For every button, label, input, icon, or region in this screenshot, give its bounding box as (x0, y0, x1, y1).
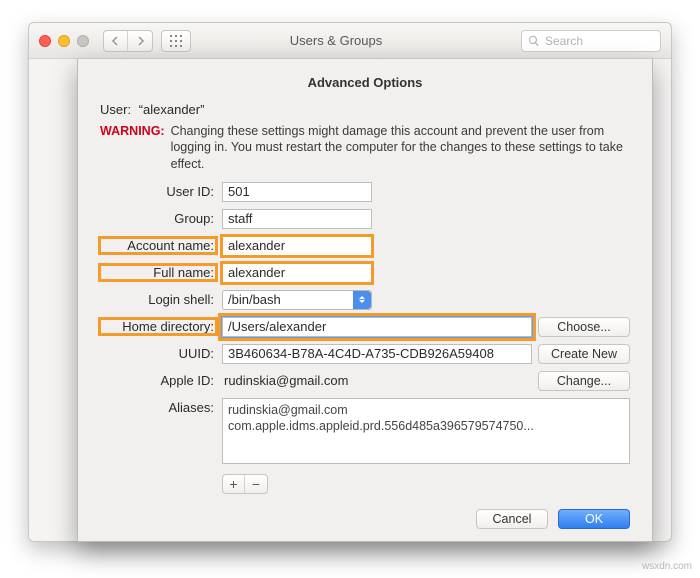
login-shell-value: /bin/bash (228, 292, 281, 307)
choose-button[interactable]: Choose... (538, 317, 630, 337)
account-name-label: Account name: (100, 238, 216, 253)
credit-text: wsxdn.com (642, 561, 692, 572)
search-input[interactable]: Search (521, 30, 661, 52)
warning-label: WARNING: (100, 123, 165, 172)
preferences-window: Users & Groups Search Advanced Options U… (28, 22, 672, 542)
close-icon[interactable] (39, 35, 51, 47)
nav-back-forward[interactable] (103, 30, 153, 52)
full-name-field[interactable] (222, 263, 372, 283)
warning-row: WARNING: Changing these settings might d… (100, 123, 630, 172)
warning-text: Changing these settings might damage thi… (171, 123, 630, 172)
aliases-label: Aliases: (100, 398, 216, 415)
window-controls (39, 35, 89, 47)
group-label: Group: (100, 211, 216, 226)
zoom-icon[interactable] (77, 35, 89, 47)
advanced-options-sheet: Advanced Options User: “alexander” WARNI… (77, 59, 653, 542)
change-button[interactable]: Change... (538, 371, 630, 391)
titlebar: Users & Groups Search (29, 23, 671, 59)
sheet-title: Advanced Options (100, 75, 630, 90)
chevron-right-icon[interactable] (128, 31, 152, 51)
window-title: Users & Groups (199, 33, 513, 48)
search-icon (528, 35, 540, 47)
create-new-button[interactable]: Create New (538, 344, 630, 364)
remove-alias-button[interactable]: − (245, 475, 267, 493)
minimize-icon[interactable] (58, 35, 70, 47)
ok-button[interactable]: OK (558, 509, 630, 529)
apple-id-value: rudinskia@gmail.com (222, 371, 532, 390)
user-id-label: User ID: (100, 184, 216, 199)
cancel-button[interactable]: Cancel (476, 509, 548, 529)
group-field[interactable] (222, 209, 372, 229)
uuid-label: UUID: (100, 346, 216, 361)
aliases-field[interactable] (222, 398, 630, 464)
user-line: User: “alexander” (100, 102, 630, 117)
user-label: User: (100, 102, 131, 117)
login-shell-label: Login shell: (100, 292, 216, 307)
home-dir-field[interactable] (222, 317, 532, 337)
user-value: “alexander” (139, 102, 205, 117)
uuid-field[interactable] (222, 344, 532, 364)
home-dir-label: Home directory: (100, 319, 216, 334)
account-name-field[interactable] (222, 236, 372, 256)
add-remove-alias: + − (222, 474, 268, 494)
select-arrows-icon (353, 291, 371, 309)
chevron-left-icon[interactable] (104, 31, 128, 51)
full-name-label: Full name: (100, 265, 216, 280)
form-grid: User ID: Group: Account name: Full name:… (100, 182, 630, 494)
grid-icon[interactable] (161, 30, 191, 52)
search-placeholder: Search (545, 34, 583, 48)
sheet-footer: Cancel OK (476, 509, 630, 529)
login-shell-select[interactable]: /bin/bash (222, 290, 372, 310)
user-id-field[interactable] (222, 182, 372, 202)
apple-id-label: Apple ID: (100, 373, 216, 388)
add-alias-button[interactable]: + (223, 475, 245, 493)
